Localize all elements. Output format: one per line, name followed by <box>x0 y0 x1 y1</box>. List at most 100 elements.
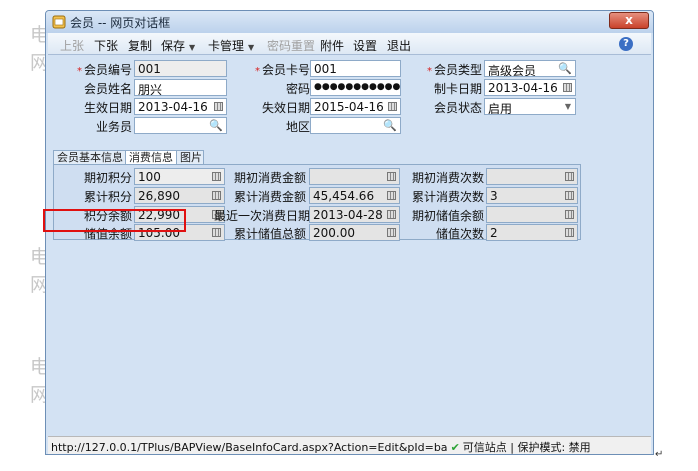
copy-button[interactable]: 复制 <box>128 37 152 54</box>
reset-password-button[interactable]: 密码重置 <box>267 37 315 54</box>
card-manage-menu-button[interactable]: 卡管理 ▼ <box>208 37 254 54</box>
initial-stored-field[interactable] <box>486 206 578 223</box>
window-title: 会员 -- 网页对话框 <box>70 16 171 30</box>
region-label: 地区 <box>285 120 310 134</box>
initial-amount-field[interactable] <box>309 168 400 185</box>
member-name-field[interactable]: 朋兴 <box>134 79 227 96</box>
effective-date-value: 2013-04-16 <box>138 100 208 114</box>
calendar-icon[interactable] <box>387 210 396 219</box>
status-url: http://127.0.0.1/TPlus/BAPView/BaseInfoC… <box>51 441 448 454</box>
initial-count-field[interactable] <box>486 168 578 185</box>
calendar-icon[interactable] <box>388 102 397 111</box>
search-icon[interactable]: 🔍 <box>383 119 397 132</box>
form-area: * 会员编号 001 * 会员卡号 001 * 会员类型 高级会员 🔍 会员姓名 朋兴 … <box>48 56 651 436</box>
total-amount-field[interactable]: 45,454.66 <box>309 187 400 204</box>
card-no-field[interactable]: 001 <box>310 60 401 77</box>
total-stored-field[interactable]: 200.00 <box>309 224 400 241</box>
help-icon[interactable]: ? <box>619 37 633 51</box>
close-button[interactable]: x <box>609 12 649 29</box>
caret-down-icon: ▼ <box>189 43 196 52</box>
stored-count-field[interactable]: 2 <box>486 224 578 241</box>
initial-points-value: 100 <box>138 170 161 184</box>
effective-date-label: 生效日期 <box>83 101 132 115</box>
calculator-icon[interactable] <box>212 228 221 237</box>
prev-button[interactable]: 上张 <box>60 37 84 54</box>
calculator-icon[interactable] <box>565 228 574 237</box>
caret-down-icon: ▼ <box>248 43 255 52</box>
chevron-down-icon[interactable]: ▼ <box>565 102 571 111</box>
salesman-label: 业务员 <box>95 120 132 134</box>
last-date-label: 最近一次消费日期 <box>214 209 311 223</box>
calendar-icon[interactable] <box>214 102 223 111</box>
tab-basic-info[interactable]: 会员基本信息 <box>53 150 126 164</box>
save-menu-button[interactable]: 保存 ▼ <box>161 37 195 54</box>
region-field[interactable]: 🔍 <box>310 117 401 134</box>
total-points-field[interactable]: 26,890 <box>134 187 225 204</box>
required-icon: * <box>254 66 260 77</box>
initial-count-label: 期初消费次数 <box>411 171 484 185</box>
password-field[interactable]: ●●●●●●●●●●●●●●●●... <box>310 79 401 96</box>
expire-date-label: 失效日期 <box>261 101 310 115</box>
member-type-value: 高级会员 <box>488 64 537 77</box>
toolbar: 上张 下张 复制 保存 ▼ 卡管理 ▼ 密码重置 附件 设置 退出 ? <box>48 33 651 55</box>
last-date-field[interactable]: 2013-04-28 <box>309 206 400 223</box>
total-count-field[interactable]: 3 <box>486 187 578 204</box>
card-date-label: 制卡日期 <box>433 82 482 96</box>
last-date-value: 2013-04-28 <box>313 208 383 222</box>
required-icon: * <box>76 66 82 77</box>
member-name-label: 会员姓名 <box>83 82 132 96</box>
return-icon: ↵ <box>655 449 664 460</box>
member-status-label: 会员状态 <box>433 101 482 115</box>
calculator-icon[interactable] <box>212 172 221 181</box>
total-stored-value: 200.00 <box>313 226 355 240</box>
total-amount-label: 累计消费金额 <box>233 190 306 204</box>
tab-consumption[interactable]: 消费信息 <box>125 150 177 165</box>
calculator-icon[interactable] <box>387 228 396 237</box>
save-label: 保存 <box>161 39 186 53</box>
card-manage-label: 卡管理 <box>208 39 245 53</box>
highlight-box <box>43 209 186 232</box>
effective-date-field[interactable]: 2013-04-16 <box>134 98 227 115</box>
calculator-icon[interactable] <box>565 191 574 200</box>
calculator-icon[interactable] <box>387 191 396 200</box>
member-no-field[interactable]: 001 <box>134 60 227 77</box>
app-icon <box>52 15 66 29</box>
member-type-label: * 会员类型 <box>426 63 482 77</box>
search-icon[interactable]: 🔍 <box>558 62 572 75</box>
tab-pictures[interactable]: 图片 <box>176 150 204 164</box>
initial-stored-label: 期初储值余额 <box>411 209 484 223</box>
calculator-icon[interactable] <box>387 172 396 181</box>
total-points-value: 26,890 <box>138 189 180 203</box>
total-amount-value: 45,454.66 <box>313 189 375 203</box>
title-bar[interactable]: 会员 -- 网页对话框 x <box>46 11 653 33</box>
member-type-field[interactable]: 高级会员 🔍 <box>484 60 576 77</box>
password-label: 密码 <box>285 82 310 96</box>
required-icon: * <box>426 66 432 77</box>
member-status-value: 启用 <box>488 102 513 115</box>
calculator-icon[interactable] <box>212 191 221 200</box>
exit-button[interactable]: 退出 <box>387 37 411 54</box>
settings-button[interactable]: 设置 <box>353 37 377 54</box>
calendar-icon[interactable] <box>563 83 572 92</box>
dialog-window: 会员 -- 网页对话框 x 上张 下张 复制 保存 ▼ 卡管理 ▼ 密码重置 附件 … <box>45 10 654 455</box>
initial-points-field[interactable]: 100 <box>134 168 225 185</box>
calculator-icon[interactable] <box>565 172 574 181</box>
attachment-button[interactable]: 附件 <box>320 37 344 54</box>
search-icon[interactable]: 🔍 <box>209 119 223 132</box>
initial-points-label: 期初积分 <box>83 171 132 185</box>
total-count-label: 累计消费次数 <box>411 190 484 204</box>
stored-count-label: 储值次数 <box>435 227 484 241</box>
card-date-value: 2013-04-16 <box>488 81 558 95</box>
calculator-icon[interactable] <box>565 210 574 219</box>
status-trust: 可信站点 | 保护模式: 禁用 <box>462 441 591 454</box>
card-no-label: * 会员卡号 <box>254 63 310 77</box>
total-points-label: 累计积分 <box>83 190 132 204</box>
expire-date-field[interactable]: 2015-04-16 <box>310 98 401 115</box>
member-status-select[interactable]: 启用 ▼ <box>484 98 576 115</box>
member-no-label: * 会员编号 <box>76 63 132 77</box>
card-date-field[interactable]: 2013-04-16 <box>484 79 576 96</box>
expire-date-value: 2015-04-16 <box>314 100 384 114</box>
next-button[interactable]: 下张 <box>94 37 118 54</box>
status-bar: http://127.0.0.1/TPlus/BAPView/BaseInfoC… <box>48 436 651 454</box>
salesman-field[interactable]: 🔍 <box>134 117 227 134</box>
